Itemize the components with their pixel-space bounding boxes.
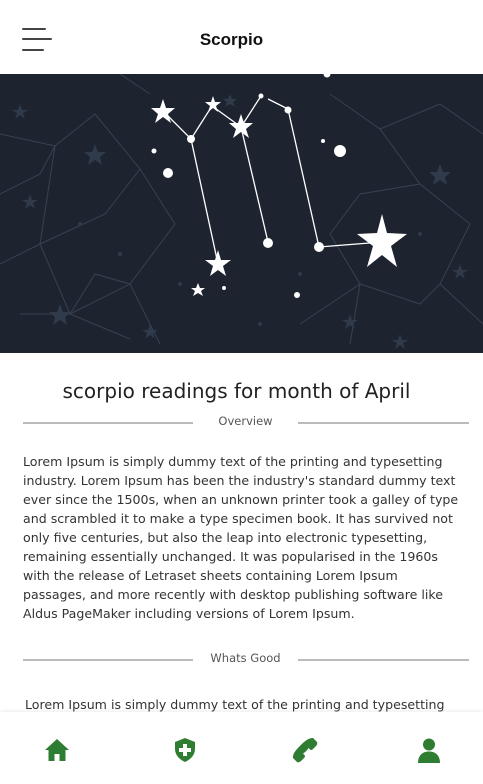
divider-line <box>23 422 193 424</box>
section-divider-whats-good: Whats Good <box>23 650 469 670</box>
scorpio-constellation-image <box>0 74 483 353</box>
reading-content: scorpio readings for month of April Over… <box>0 353 483 712</box>
reading-heading: scorpio readings for month of April <box>62 379 411 403</box>
health-shield-icon <box>175 738 195 762</box>
nav-home-button[interactable] <box>43 736 71 764</box>
nav-health-button[interactable] <box>171 736 199 764</box>
app-header: Scorpio <box>0 0 483 74</box>
nav-profile-button[interactable] <box>415 736 443 764</box>
whats-good-text: Lorem Ipsum is simply dummy text of the … <box>25 697 445 712</box>
divider-line <box>298 659 469 661</box>
divider-line <box>298 422 469 424</box>
overview-text: Lorem Ipsum is simply dummy text of the … <box>23 454 459 621</box>
user-icon <box>418 738 440 763</box>
phone-icon <box>292 737 318 763</box>
nav-phone-button[interactable] <box>291 736 319 764</box>
page-title: Scorpio <box>199 30 264 49</box>
section-divider-overview: Overview <box>23 413 469 433</box>
divider-line <box>23 659 193 661</box>
bottom-navigation <box>0 712 483 784</box>
section-label-whats-good: Whats Good <box>210 651 281 665</box>
section-label-overview: Overview <box>218 414 273 428</box>
home-icon <box>45 739 69 761</box>
